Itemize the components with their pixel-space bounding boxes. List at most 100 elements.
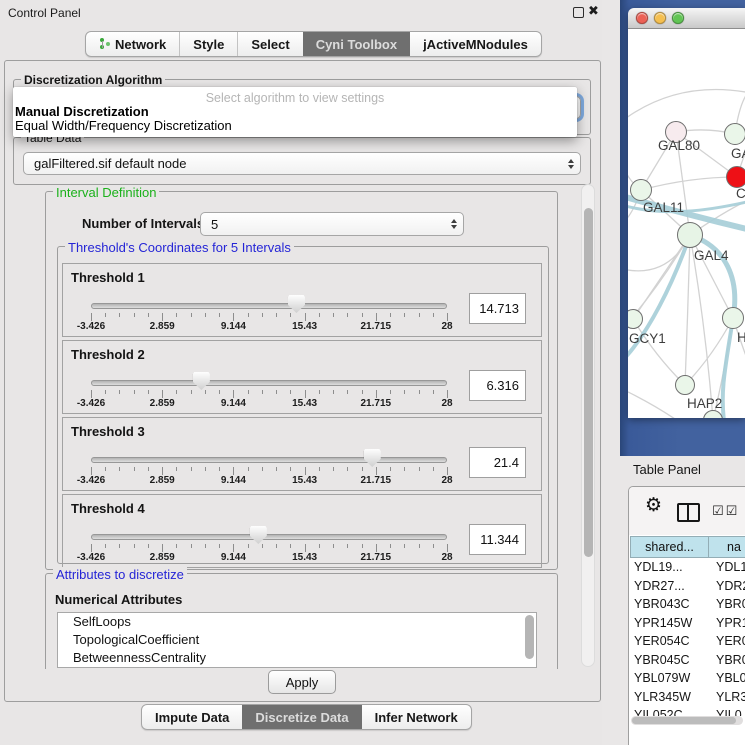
- table-data-combobox[interactable]: galFiltered.sif default node: [23, 152, 581, 175]
- list-scrollbar-thumb[interactable]: [525, 615, 534, 659]
- tick-label: 21.715: [361, 475, 392, 486]
- table-row[interactable]: YBR045CYBR0: [630, 651, 745, 670]
- network-canvas[interactable]: GAL80GACGAL11GAL4GCY1HHAP2: [628, 29, 745, 418]
- table-row[interactable]: YER054CYER0: [630, 632, 745, 651]
- table-hscrollbar-thumb[interactable]: [632, 717, 736, 724]
- threshold-slider[interactable]: -3.4262.8599.14415.4321.71528: [91, 294, 447, 334]
- float-window-icon[interactable]: [573, 7, 584, 18]
- tick-mark: [148, 544, 149, 548]
- network-node[interactable]: [675, 375, 695, 395]
- table-row[interactable]: YDR27...YDR2: [630, 577, 745, 596]
- slider-thumb-icon[interactable]: [193, 372, 210, 390]
- slider-thumb-icon[interactable]: [250, 526, 267, 544]
- numerical-attributes-list[interactable]: SelfLoopsTopologicalCoefficientBetweenne…: [57, 612, 537, 668]
- discretization-algorithm-label: Discretization Algorithm: [21, 73, 165, 87]
- tick-mark: [333, 544, 334, 548]
- slider-track[interactable]: [91, 534, 447, 540]
- tab-discretize-data[interactable]: Discretize Data: [242, 705, 361, 729]
- tick-mark: [376, 544, 377, 552]
- tick-mark: [433, 390, 434, 394]
- slider-thumb-icon[interactable]: [288, 295, 305, 313]
- tick-mark: [290, 313, 291, 317]
- tab-network[interactable]: Network: [86, 32, 179, 56]
- zoom-light-icon[interactable]: [672, 12, 684, 24]
- close-light-icon[interactable]: [636, 12, 648, 24]
- list-item[interactable]: SelfLoops: [58, 613, 536, 631]
- slider-thumb-icon[interactable]: [364, 449, 381, 467]
- slider-track[interactable]: [91, 380, 447, 386]
- tick-mark: [276, 313, 277, 317]
- node-label: GA: [731, 146, 745, 161]
- split-columns-icon[interactable]: [677, 503, 700, 522]
- tick-mark: [262, 467, 263, 471]
- threshold-slider[interactable]: -3.4262.8599.14415.4321.71528: [91, 371, 447, 411]
- algorithm-option[interactable]: Manual Discretization: [15, 105, 575, 119]
- table-hscrollbar[interactable]: [631, 716, 743, 725]
- table-column-header[interactable]: shared...: [630, 536, 709, 558]
- checkbox-columns-icon[interactable]: ☑☑: [712, 503, 739, 519]
- close-icon[interactable]: ✖: [588, 3, 599, 19]
- tick-mark: [376, 467, 377, 475]
- list-item[interactable]: BetweennessCentrality: [58, 649, 536, 667]
- network-node[interactable]: [724, 123, 745, 145]
- slider-tick-labels: -3.4262.8599.14415.4321.71528: [91, 552, 447, 564]
- table-row[interactable]: YIL052CYIL0: [630, 706, 745, 716]
- algorithm-option[interactable]: Equal Width/Frequency Discretization: [15, 119, 575, 133]
- tick-mark: [404, 313, 405, 317]
- threshold-value-field[interactable]: 14.713: [469, 293, 526, 324]
- table-row[interactable]: YLR345WYLR3: [630, 688, 745, 707]
- threshold-value-field[interactable]: 21.4: [469, 447, 526, 478]
- tick-mark: [362, 313, 363, 317]
- tab-style[interactable]: Style: [179, 32, 237, 56]
- table-cell: YDL19...: [630, 560, 713, 574]
- table-row[interactable]: YBL079WYBL0: [630, 669, 745, 688]
- list-item[interactable]: TopologicalCoefficient: [58, 631, 536, 649]
- tab-impute-data[interactable]: Impute Data: [142, 705, 242, 729]
- table-cell: YBR045C: [630, 653, 713, 667]
- slider-track[interactable]: [91, 303, 447, 309]
- network-window-titlebar[interactable]: [628, 8, 745, 29]
- tick-label: 28: [441, 398, 452, 409]
- tick-label: 21.715: [361, 552, 392, 563]
- tick-mark: [248, 313, 249, 317]
- threshold-slider[interactable]: -3.4262.8599.14415.4321.71528: [91, 525, 447, 565]
- table-body: YDL19...YDL1YDR27...YDR2YBR043CYBR0YPR14…: [630, 558, 745, 716]
- tick-label: 9.144: [221, 398, 246, 409]
- table-row[interactable]: YDL19...YDL1: [630, 558, 745, 577]
- node-label: GAL4: [694, 248, 729, 263]
- tab-select[interactable]: Select: [237, 32, 302, 56]
- tick-mark: [390, 467, 391, 471]
- tick-mark: [233, 313, 234, 321]
- tab-jactivemnodules[interactable]: jActiveMNodules: [410, 32, 541, 56]
- tick-mark: [176, 544, 177, 548]
- network-window[interactable]: GAL80GACGAL11GAL4GCY1HHAP2: [628, 8, 745, 418]
- tick-label: 21.715: [361, 321, 392, 332]
- tab-label: Infer Network: [375, 710, 458, 725]
- gear-icon[interactable]: ⚙: [645, 496, 662, 515]
- minimize-light-icon[interactable]: [654, 12, 666, 24]
- threshold-value-field[interactable]: 11.344: [469, 524, 526, 555]
- slider-track[interactable]: [91, 457, 447, 463]
- apply-button[interactable]: Apply: [268, 670, 336, 694]
- tick-mark: [176, 467, 177, 471]
- tick-mark: [305, 390, 306, 398]
- network-node[interactable]: [677, 222, 703, 248]
- table-row[interactable]: YPR145WYPR1: [630, 614, 745, 633]
- table-row[interactable]: YBR043CYBR0: [630, 595, 745, 614]
- tab-infer-network[interactable]: Infer Network: [362, 705, 471, 729]
- panel-scrollbar[interactable]: [581, 184, 595, 667]
- number-of-intervals-combobox[interactable]: 5: [200, 212, 464, 236]
- network-icon: [99, 38, 110, 50]
- panel-scrollbar-thumb[interactable]: [584, 208, 593, 557]
- threshold-value-field[interactable]: 6.316: [469, 370, 526, 401]
- tick-mark: [91, 544, 92, 552]
- network-node[interactable]: [726, 166, 745, 188]
- node-label: GAL80: [658, 138, 700, 153]
- threshold-slider[interactable]: -3.4262.8599.14415.4321.71528: [91, 448, 447, 488]
- network-node[interactable]: [722, 307, 744, 329]
- tick-mark: [233, 390, 234, 398]
- table-column-header[interactable]: na: [709, 536, 745, 558]
- tick-mark: [290, 544, 291, 548]
- network-node[interactable]: [630, 179, 652, 201]
- tab-cyni-toolbox[interactable]: Cyni Toolbox: [303, 32, 410, 56]
